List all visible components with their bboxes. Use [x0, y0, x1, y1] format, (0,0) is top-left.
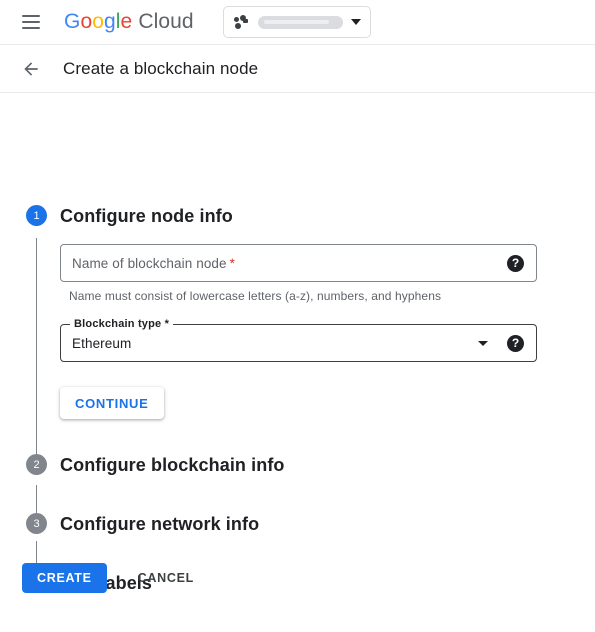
- step-3[interactable]: 3 Configure network info: [0, 512, 595, 536]
- blockchain-type-value: Ethereum: [72, 335, 132, 351]
- node-name-input[interactable]: Name of blockchain node * ?: [60, 244, 537, 282]
- logo-letter-g2: g: [104, 10, 116, 33]
- chevron-down-icon: [350, 19, 361, 25]
- logo-word-cloud: Cloud: [138, 10, 194, 33]
- required-asterisk: *: [229, 255, 236, 271]
- help-icon[interactable]: ?: [507, 334, 524, 352]
- project-dots-icon: [233, 14, 250, 30]
- stepper: 1 Configure node info Name of blockchain…: [0, 93, 595, 595]
- cancel-button[interactable]: CANCEL: [128, 563, 204, 593]
- logo-letter-o1: o: [80, 10, 93, 33]
- google-cloud-logo[interactable]: Google Cloud: [64, 10, 194, 34]
- logo-letter-g1: G: [64, 10, 81, 33]
- app-bar: Google Cloud: [0, 0, 595, 45]
- step-2-title: Configure blockchain info: [60, 455, 285, 475]
- step-3-title: Configure network info: [60, 514, 260, 534]
- footer-actions: CREATE CANCEL: [22, 563, 204, 593]
- logo-letter-o2: o: [92, 10, 104, 33]
- blockchain-type-field-wrap: Blockchain type * Ethereum ?: [60, 318, 537, 362]
- step-1-body: Name of blockchain node * ? Name must con…: [60, 228, 595, 423]
- page-title-bar: Create a blockchain node: [0, 45, 595, 93]
- help-icon[interactable]: ?: [507, 254, 524, 272]
- node-name-placeholder: Name of blockchain node *: [72, 255, 236, 271]
- step-2[interactable]: 2 Configure blockchain info: [0, 453, 595, 477]
- node-name-field-wrap: Name of blockchain node * ? Name must con…: [60, 244, 537, 303]
- project-name-redacted: [257, 15, 343, 29]
- step-2-badge: 2: [26, 454, 47, 475]
- blockchain-type-label: Blockchain type *: [70, 318, 174, 330]
- logo-letter-e: e: [120, 10, 133, 33]
- step-3-badge: 3: [26, 513, 47, 534]
- step-1-title: Configure node info: [60, 206, 233, 226]
- step-1-badge: 1: [26, 205, 47, 226]
- step-connector-2: [36, 485, 37, 513]
- create-button[interactable]: CREATE: [22, 563, 107, 593]
- step-1: 1 Configure node info Name of blockchain…: [0, 204, 595, 423]
- hamburger-menu-icon[interactable]: [19, 10, 43, 34]
- page-title: Create a blockchain node: [63, 58, 259, 78]
- chevron-down-icon[interactable]: [478, 340, 488, 346]
- project-selector[interactable]: [222, 6, 371, 38]
- arrow-back-icon[interactable]: [19, 57, 43, 81]
- blockchain-type-select[interactable]: Blockchain type * Ethereum ?: [60, 318, 537, 362]
- node-name-helper-text: Name must consist of lowercase letters (…: [69, 289, 442, 303]
- continue-button[interactable]: CONTINUE: [60, 387, 164, 419]
